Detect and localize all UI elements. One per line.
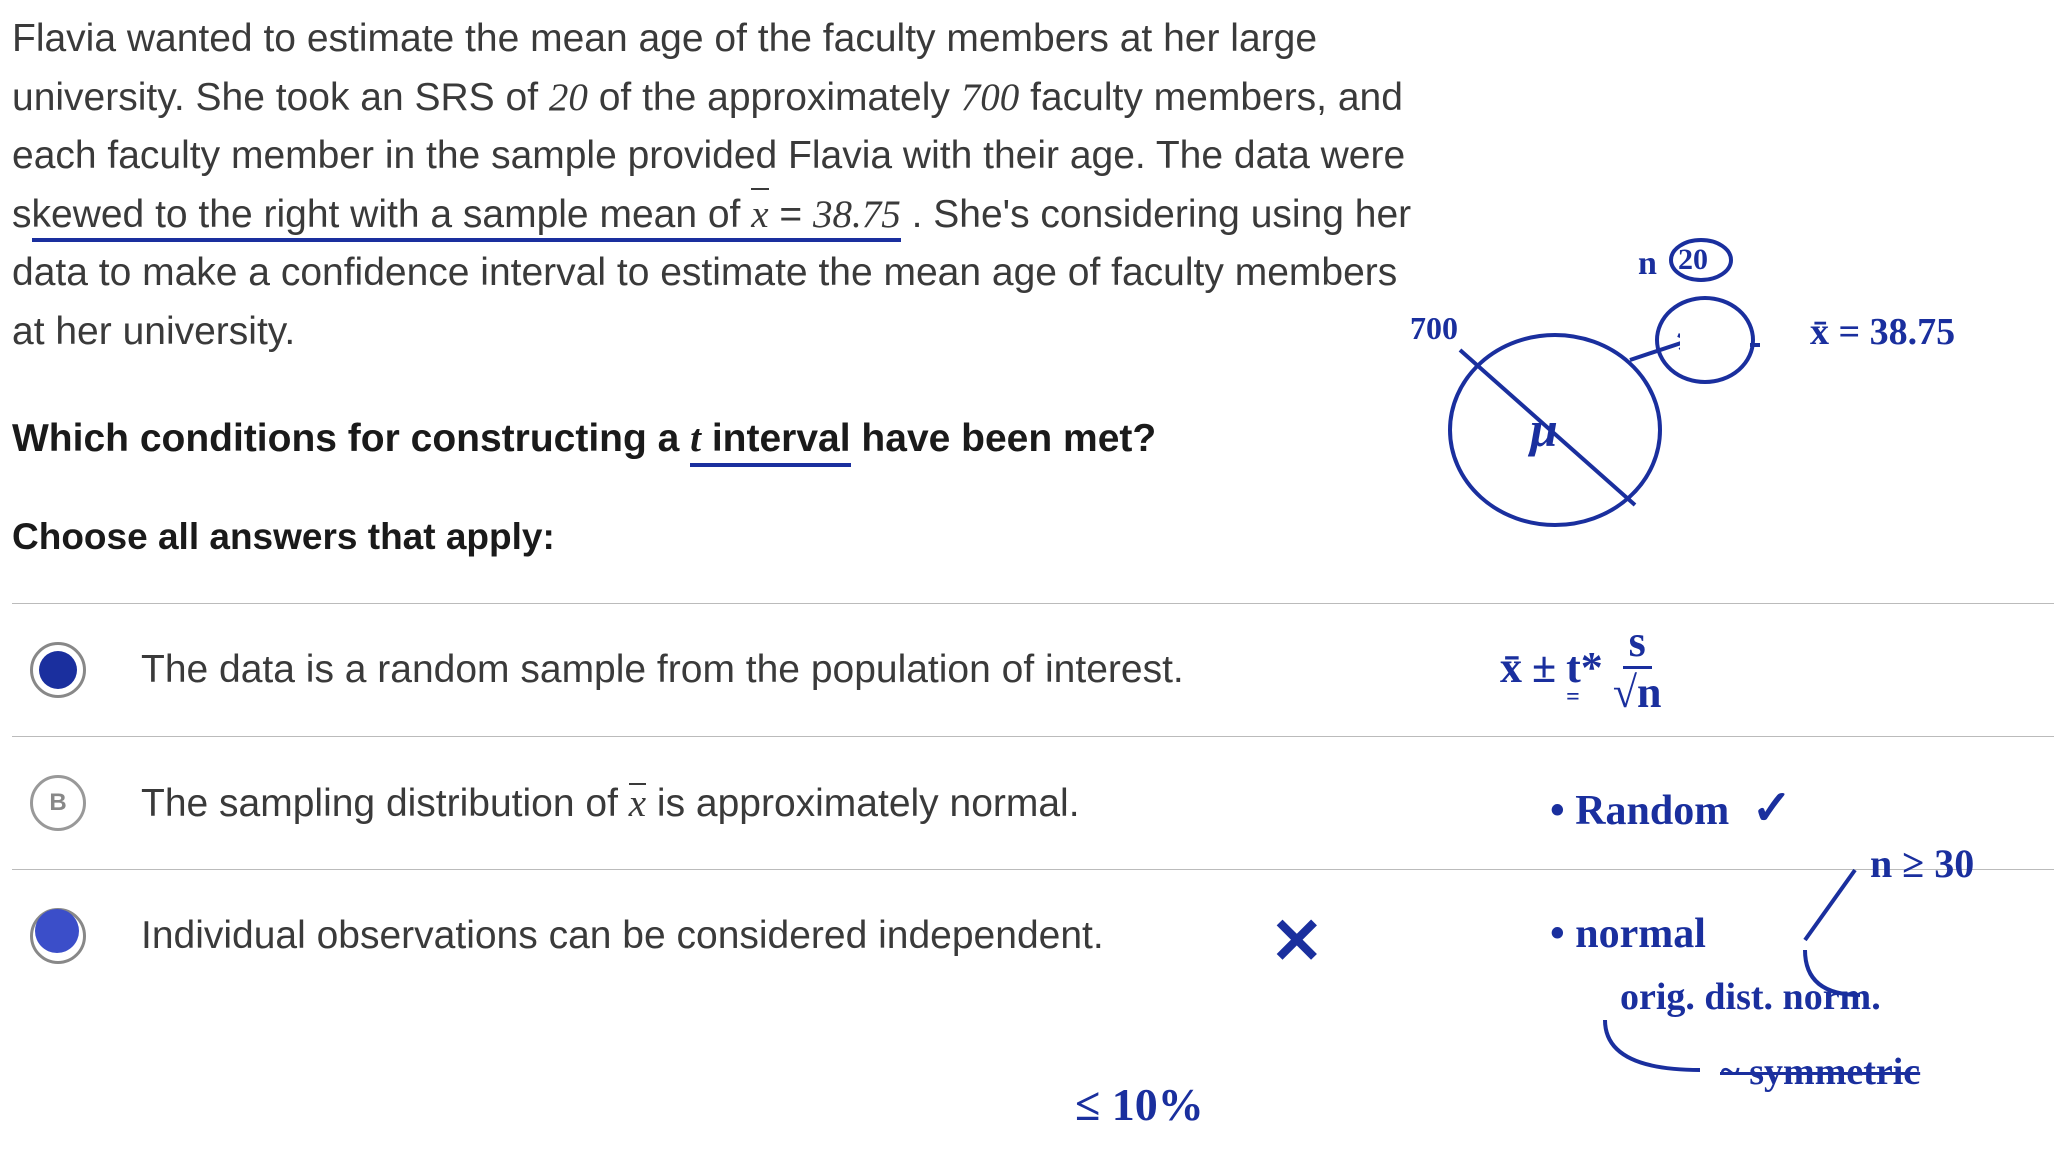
anno-symmetric: ~ symmetric <box>1720 1050 1920 1094</box>
choices-list: The data is a random sample from the pop… <box>12 603 2054 1002</box>
scribble-fill-icon <box>39 651 77 689</box>
question-heading: Which conditions for constructing a t in… <box>12 416 2054 461</box>
choice-b[interactable]: B The sampling distribution of x is appr… <box>12 736 2054 869</box>
scribble-fill-icon <box>35 909 79 953</box>
anno-le10: ≤ 10% <box>1075 1078 1204 1131</box>
choose-instruction: Choose all answers that apply: <box>12 516 2054 558</box>
anno-xbar-eq: x̄ = 38.75 <box>1810 310 1955 354</box>
t-interval-underlined: t interval <box>690 417 850 467</box>
sample-circle-icon <box>1650 290 1760 390</box>
circle-icon <box>1666 235 1736 285</box>
anno-n-eq: n 20 <box>1638 245 1657 283</box>
branch2-icon <box>1600 1015 1720 1085</box>
choice-c[interactable]: Individual observations can be considere… <box>12 869 2054 1002</box>
choice-b-text: The sampling distribution of x is approx… <box>141 781 1080 826</box>
problem-text: Flavia wanted to estimate the mean age o… <box>12 10 1432 361</box>
choice-a[interactable]: The data is a random sample from the pop… <box>12 603 2054 736</box>
choice-b-letter: B <box>49 789 66 817</box>
choice-c-text: Individual observations can be considere… <box>141 914 1104 958</box>
skew-underlined: kewed to the right with a sample mean of… <box>32 193 901 242</box>
pop-n: 700 <box>961 76 1020 119</box>
choice-c-marker[interactable] <box>30 908 86 964</box>
choice-a-marker[interactable] <box>30 642 86 698</box>
choice-b-marker[interactable]: B <box>30 775 86 831</box>
srs-n: 20 <box>549 76 588 119</box>
choice-a-text: The data is a random sample from the pop… <box>141 648 1184 692</box>
problem-p2: of the approximately <box>588 76 961 119</box>
